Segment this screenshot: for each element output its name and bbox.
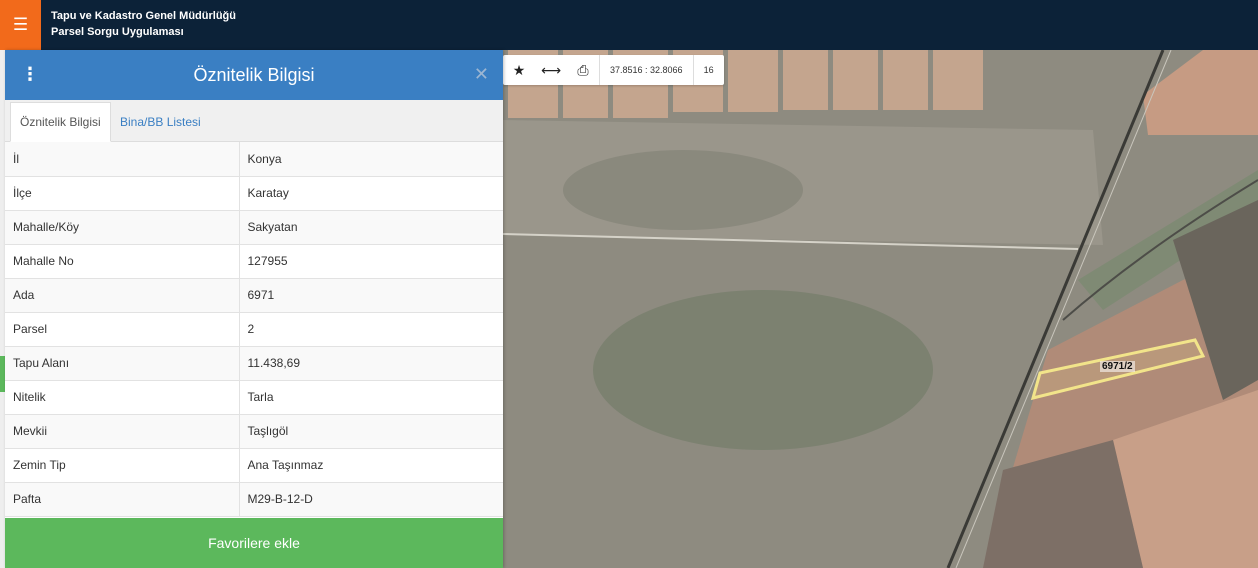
attr-key: İl [5, 142, 240, 177]
coordinates-readout: 37.8516 : 32.8066 [610, 65, 683, 75]
attr-key: Ada [5, 278, 240, 313]
panel-title: Öznitelik Bilgisi [193, 64, 315, 85]
table-row: Tapu Alanı 11.438,69 [5, 346, 503, 381]
attr-key: Pafta [5, 482, 240, 517]
map-imagery [503, 50, 1258, 568]
table-row: Nitelik Tarla [5, 380, 503, 415]
table-row: Zemin Tip Ana Taşınmaz [5, 448, 503, 483]
app-title-line1: Tapu ve Kadastro Genel Müdürlüğü [51, 10, 236, 22]
table-row: Mahalle/Köy Sakyatan [5, 210, 503, 245]
attr-value: Karatay [239, 176, 503, 211]
attr-key: Mahalle No [5, 244, 240, 279]
parcel-label: 6971/2 [1100, 361, 1135, 372]
attr-value: Ana Taşınmaz [239, 448, 503, 483]
horizontal-arrows-icon: ⟷ [540, 61, 562, 78]
table-row: Parsel 2 [5, 312, 503, 347]
attr-key: Parsel [5, 312, 240, 347]
attr-key: Zemin Tip [5, 448, 240, 483]
table-row: İl Konya [5, 142, 503, 177]
panel-header: ⋮ Öznitelik Bilgisi ✕ [5, 50, 503, 100]
measure-button[interactable]: ⟷ [535, 55, 567, 85]
zoom-level: 16 [703, 65, 714, 75]
app-title: Tapu ve Kadastro Genel Müdürlüğü Parsel … [51, 8, 236, 40]
table-row: Pafta M29-B-12-D [5, 482, 503, 517]
attr-value: M29-B-12-D [239, 482, 503, 517]
hamburger-menu-button[interactable]: ☰ [0, 0, 41, 50]
attr-value: Taşlıgöl [239, 414, 503, 449]
table-row: İlçe Karatay [5, 176, 503, 211]
printer-icon: ⎙ [577, 61, 589, 78]
table-row: Mahalle No 127955 [5, 244, 503, 279]
attr-value: Sakyatan [239, 210, 503, 245]
hamburger-icon: ☰ [12, 15, 29, 34]
attr-value: 2 [239, 312, 503, 347]
app-title-line2: Parsel Sorgu Uygulaması [51, 26, 184, 38]
kebab-menu-icon[interactable]: ⋮ [21, 65, 39, 83]
attribute-table: İl Konya İlçe Karatay Mahalle/Köy Sakyatan … [5, 142, 503, 517]
add-favorites-button[interactable]: Favorilere ekle [5, 518, 503, 568]
attr-key: Nitelik [5, 380, 240, 415]
close-icon[interactable]: ✕ [474, 64, 489, 85]
print-button[interactable]: ⎙ [567, 55, 599, 85]
attr-value: 6971 [239, 278, 503, 313]
attr-value: Konya [239, 142, 503, 177]
satellite-map[interactable]: 6971/2 [503, 50, 1258, 568]
attr-value: 11.438,69 [239, 346, 503, 381]
table-row: Mevkii Taşlıgöl [5, 414, 503, 449]
table-row: Ada 6971 [5, 278, 503, 313]
attr-key: İlçe [5, 176, 240, 211]
map-toolbar: ★ ⟷ ⎙ 37.8516 : 32.8066 16 [503, 55, 724, 85]
attribute-panel: ⋮ Öznitelik Bilgisi ✕ Öznitelik Bilgisi … [5, 50, 503, 568]
attr-value: Tarla [239, 380, 503, 415]
attr-key: Tapu Alanı [5, 346, 240, 381]
attr-key: Mevkii [5, 414, 240, 449]
star-icon: ★ [512, 61, 526, 78]
top-bar: ☰ Tapu ve Kadastro Genel Müdürlüğü Parse… [0, 0, 1258, 50]
favorite-star-button[interactable]: ★ [503, 55, 535, 85]
attr-value: 127955 [239, 244, 503, 279]
attr-key: Mahalle/Köy [5, 210, 240, 245]
panel-tabs: Öznitelik Bilgisi Bina/BB Listesi [5, 100, 503, 142]
tab-attribute-info[interactable]: Öznitelik Bilgisi [10, 102, 111, 142]
tab-building-list[interactable]: Bina/BB Listesi [111, 102, 210, 142]
